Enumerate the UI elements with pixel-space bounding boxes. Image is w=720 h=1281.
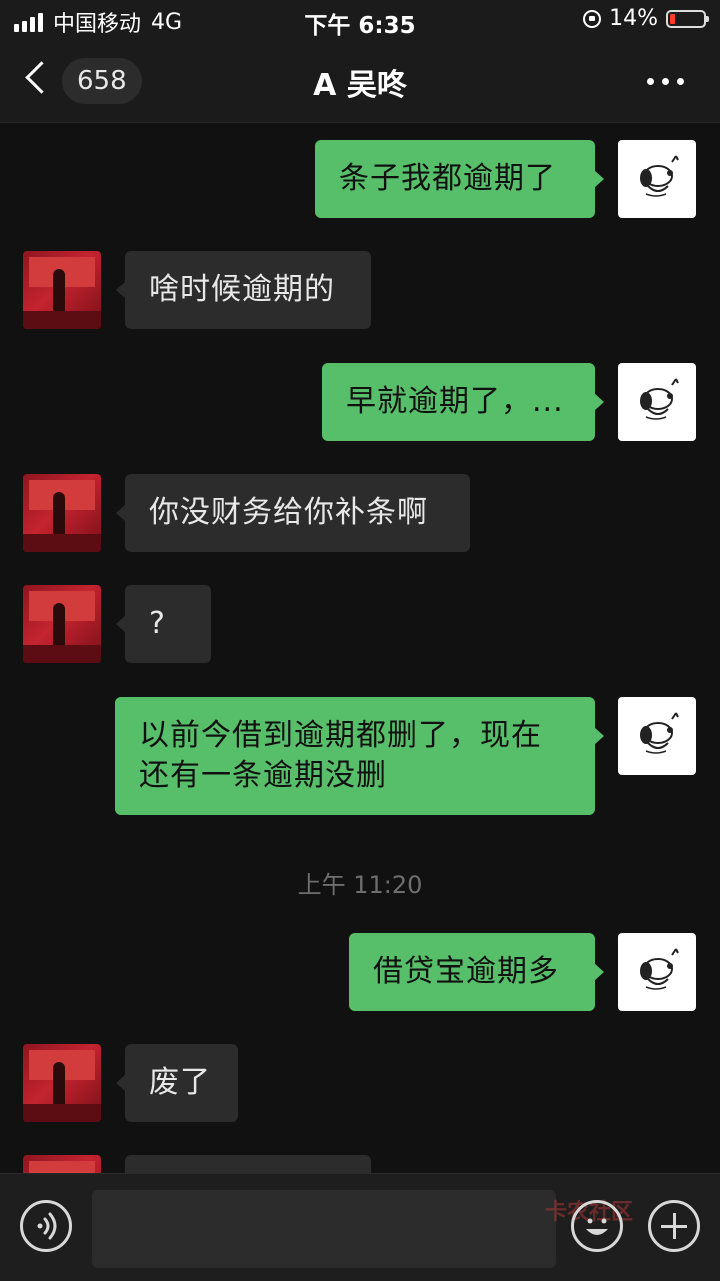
plus-icon[interactable]: [648, 1200, 700, 1252]
self-avatar[interactable]: [618, 140, 696, 218]
contact-avatar[interactable]: [23, 1155, 101, 1173]
contact-avatar[interactable]: [23, 474, 101, 552]
battery-percent: 14%: [609, 6, 658, 31]
snoopy-icon: [640, 155, 679, 197]
self-avatar[interactable]: [618, 933, 696, 1011]
message-bubble-self[interactable]: 借贷宝逾期多: [349, 933, 604, 1011]
snoopy-icon: [640, 948, 679, 990]
snoopy-icon: [640, 378, 679, 420]
voice-icon[interactable]: [20, 1200, 72, 1252]
status-bar: 中国移动 4G 下午 6:35 14%: [0, 0, 720, 40]
message-bubble-other[interactable]: [125, 1155, 371, 1173]
self-avatar[interactable]: [618, 697, 696, 775]
battery-icon: [666, 9, 709, 28]
chat-timestamp: 上午 11:20: [297, 871, 423, 899]
message-bubble-self[interactable]: 条子我都逾期了: [315, 140, 604, 218]
input-bar: 卡农社区: [0, 1173, 720, 1281]
message-bubble-other[interactable]: 啥时候逾期的: [116, 251, 371, 329]
message-bubble-other[interactable]: 废了: [116, 1044, 238, 1122]
message-list[interactable]: 条子我都逾期了 啥时候逾期的 早就逾期了，... 你没财务给你补条啊 ? 以前今…: [0, 123, 720, 1173]
contact-avatar[interactable]: [23, 1044, 101, 1122]
message-bubble-self[interactable]: 早就逾期了，...: [322, 363, 604, 441]
contact-avatar[interactable]: [23, 251, 101, 329]
message-input[interactable]: [92, 1190, 556, 1268]
self-avatar[interactable]: [618, 363, 696, 441]
chat-header: 658 A 吴咚: [0, 40, 720, 123]
contact-avatar[interactable]: [23, 585, 101, 663]
message-bubble-other[interactable]: 你没财务给你补条啊: [116, 474, 470, 552]
message-bubble-self[interactable]: 以前今借到逾期都删了，现在还有一条逾期没删: [115, 697, 604, 815]
snoopy-icon: [640, 712, 679, 754]
rotation-lock-icon: [583, 9, 602, 28]
more-options-icon[interactable]: [647, 78, 684, 85]
emoji-icon[interactable]: [571, 1200, 623, 1252]
chat-title: A 吴咚: [313, 68, 407, 103]
message-bubble-other[interactable]: ?: [116, 585, 211, 663]
